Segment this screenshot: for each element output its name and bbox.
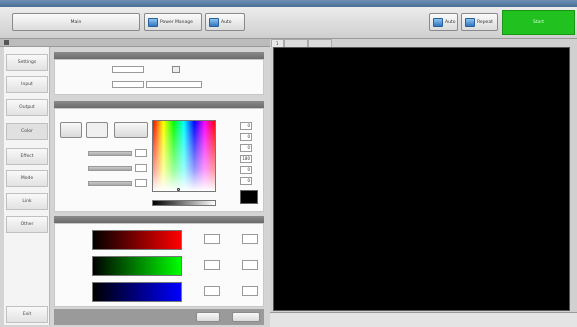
sidebar-item-label: Effect — [20, 154, 34, 159]
red-lo-input[interactable] — [204, 234, 220, 244]
spin-icon[interactable] — [172, 66, 180, 73]
channel-value[interactable]: 0 — [240, 133, 252, 141]
row2-value[interactable] — [135, 164, 147, 172]
sidebar-item-output[interactable]: Output — [6, 99, 48, 116]
viewer-tab[interactable]: 1 — [271, 39, 284, 47]
blue-gradient-bar[interactable] — [92, 282, 182, 302]
monitor-icon — [433, 17, 443, 27]
red-gradient-bar[interactable] — [92, 230, 182, 250]
picker-cursor-icon[interactable] — [177, 188, 180, 191]
sidebar-item-settings[interactable]: Settings — [6, 54, 48, 71]
panel-header-gradient — [54, 216, 264, 223]
sidebar-item-label: Other — [20, 222, 34, 227]
window-titlebar — [0, 0, 577, 7]
channel-value[interactable]: 180 — [240, 155, 252, 163]
sidebar-item-input[interactable]: Input — [6, 76, 48, 93]
viewer-tab-empty[interactable] — [283, 39, 308, 47]
sidebar-item-label: Input — [21, 82, 33, 87]
panel-basic — [54, 59, 264, 95]
channel-value[interactable]: 0 — [240, 144, 252, 152]
apply-button[interactable] — [196, 312, 220, 322]
viewer-tab-empty[interactable] — [307, 39, 332, 47]
viewer-statusbar — [270, 312, 577, 327]
repeat-button-label: Repeat — [477, 19, 493, 25]
collapse-icon[interactable] — [4, 40, 9, 45]
exit-button[interactable]: Exit — [6, 306, 48, 323]
mode-c-button[interactable] — [114, 122, 148, 138]
left-panel-strip — [0, 39, 270, 47]
auto-connect-label: Auto — [221, 19, 232, 25]
auto-button[interactable]: Auto — [429, 13, 458, 31]
red-hi-input[interactable] — [242, 234, 258, 244]
repeat-button[interactable]: Repeat — [461, 13, 498, 31]
green-lo-input[interactable] — [204, 260, 220, 270]
row1-value[interactable] — [135, 149, 147, 157]
ok-button[interactable] — [232, 312, 260, 322]
green-gradient-bar[interactable] — [92, 256, 182, 276]
sidebar-item-label: Link — [22, 199, 32, 204]
row3-slider[interactable] — [88, 181, 132, 186]
main-tab-label: Main — [70, 19, 82, 25]
power-manage-label: Power Manage — [160, 19, 193, 25]
channel-value[interactable]: 0 — [240, 122, 252, 130]
field2-input-a[interactable] — [112, 81, 144, 88]
sidebar-item-label: Color — [21, 129, 33, 134]
sidebar: Settings Input Output Color Effect Mode … — [4, 47, 50, 325]
power-manage-button[interactable]: Power Manage — [144, 13, 202, 31]
brightness-bar[interactable] — [152, 200, 216, 206]
field2-input-b[interactable] — [146, 81, 202, 88]
green-hi-input[interactable] — [242, 260, 258, 270]
sidebar-item-link[interactable]: Link — [6, 193, 48, 210]
mode-b-button[interactable] — [86, 122, 108, 138]
exit-button-label: Exit — [22, 312, 32, 317]
monitor-icon — [465, 17, 475, 27]
sidebar-item-mode[interactable]: Mode — [6, 170, 48, 187]
start-button-label: Start — [533, 20, 544, 25]
sidebar-item-label: Settings — [17, 60, 37, 65]
color-preview-swatch — [240, 190, 258, 204]
sidebar-item-label: Output — [19, 105, 35, 110]
mode-a-button[interactable] — [60, 122, 82, 138]
preview-viewer: 1 — [270, 39, 577, 327]
main-tab[interactable]: Main — [12, 13, 140, 31]
panel-header-color — [54, 101, 264, 108]
blue-hi-input[interactable] — [242, 286, 258, 296]
color-spectrum[interactable] — [152, 120, 216, 192]
sidebar-item-label: Mode — [20, 176, 34, 181]
row2-slider[interactable] — [88, 166, 132, 171]
auto-connect-button[interactable]: Auto — [205, 13, 245, 31]
field1-input[interactable] — [112, 66, 144, 73]
channel-value[interactable]: 0 — [240, 166, 252, 174]
panel-header-basic — [54, 52, 264, 59]
blue-lo-input[interactable] — [204, 286, 220, 296]
sidebar-item-color[interactable]: Color — [6, 123, 48, 140]
top-toolbar: Main Power Manage Auto Auto Repeat Start — [0, 7, 577, 39]
viewer-tabs: 1 — [271, 39, 332, 47]
auto-button-label: Auto — [445, 19, 456, 25]
monitor-icon — [148, 17, 158, 27]
channel-value[interactable]: 0 — [240, 177, 252, 185]
sidebar-item-other[interactable]: Other — [6, 216, 48, 233]
row3-value[interactable] — [135, 179, 147, 187]
preview-screen[interactable] — [273, 47, 570, 311]
monitor-icon — [209, 17, 219, 27]
sidebar-item-effect[interactable]: Effect — [6, 148, 48, 165]
start-button[interactable]: Start — [502, 10, 575, 35]
row1-slider[interactable] — [88, 151, 132, 156]
